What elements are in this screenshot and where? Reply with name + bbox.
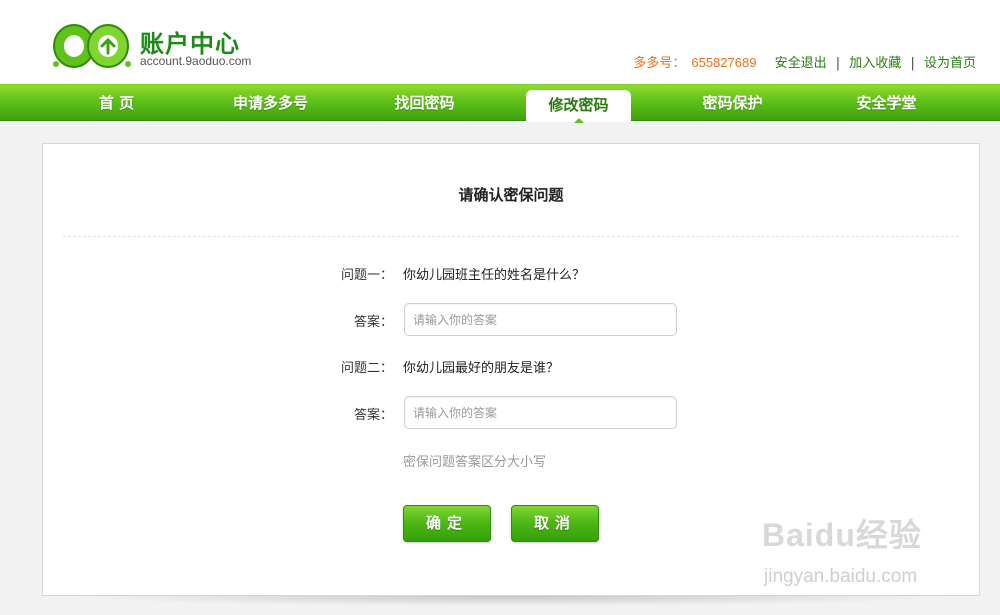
- baidu-watermark: Baidu经验 jingyan.baidu.com: [762, 510, 982, 605]
- add-favorite-link[interactable]: 加入收藏: [849, 56, 901, 71]
- answer1-input[interactable]: [404, 303, 677, 336]
- answer1-label: 答案：: [353, 315, 393, 330]
- set-homepage-link[interactable]: 设为首页: [924, 56, 976, 71]
- case-sensitivity-hint: 密保问题答案区分大小写: [403, 455, 547, 470]
- watermark-text: Baidu经验: [762, 517, 922, 553]
- panel-title: 请确认密保问题: [458, 186, 564, 204]
- logo-icon: [53, 24, 131, 68]
- top-links: 多多号： 655827689 安全退出 | 加入收藏 | 设为首页: [633, 52, 976, 71]
- question1-text: 你幼儿园班主任的姓名是什么？: [403, 268, 586, 283]
- question2-label: 问题二：: [340, 361, 393, 376]
- question2-text: 你幼儿园最好的朋友是谁？: [403, 361, 560, 376]
- confirm-button[interactable]: 确定: [403, 505, 491, 542]
- account-label: 多多号：: [633, 56, 686, 71]
- link-separator: |: [910, 56, 915, 71]
- question1-label: 问题一：: [340, 268, 393, 283]
- nav-item-apply-account[interactable]: 申请多多号: [218, 85, 323, 121]
- watermark-url: jingyan.baidu.com: [764, 566, 918, 587]
- answer2-input[interactable]: [404, 396, 677, 429]
- nav-item-password-protection[interactable]: 密码保护: [680, 85, 785, 121]
- header: 账户中心 account.9aoduo.com 多多号： 655827689 安全…: [0, 0, 1000, 84]
- logo[interactable]: 账户中心 account.9aoduo.com: [50, 18, 252, 74]
- main-nav: 首 页 申请多多号 找回密码 修改密码 密码保护 安全学堂: [0, 84, 1000, 123]
- account-number: 655827689: [691, 55, 757, 70]
- link-separator: |: [835, 56, 841, 71]
- nav-item-home[interactable]: 首 页: [64, 85, 169, 121]
- nav-item-recover-password[interactable]: 找回密码: [372, 85, 477, 121]
- nav-item-change-password[interactable]: 修改密码: [526, 90, 631, 123]
- cancel-button[interactable]: 取消: [511, 505, 599, 542]
- answer2-label: 答案：: [353, 408, 393, 423]
- logo-domain: account.9aoduo.com: [140, 54, 252, 68]
- divider: [63, 236, 959, 237]
- nav-item-security-school[interactable]: 安全学堂: [834, 85, 939, 121]
- logout-link[interactable]: 安全退出: [775, 56, 827, 71]
